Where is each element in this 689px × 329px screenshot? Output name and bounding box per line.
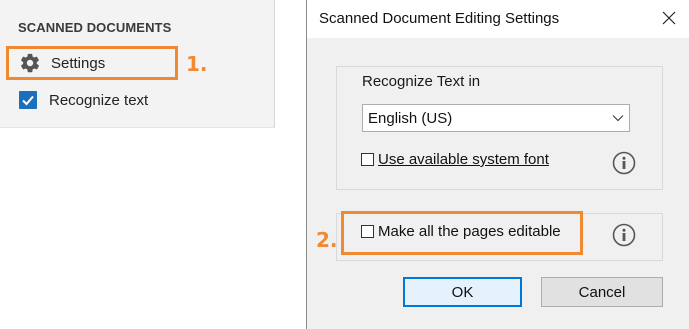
chevron-down-icon[interactable] xyxy=(607,105,629,131)
dialog-title: Scanned Document Editing Settings xyxy=(319,10,560,27)
language-selected-value: English (US) xyxy=(368,109,453,127)
ok-button[interactable]: OK xyxy=(403,277,522,307)
checkbox-checked-icon[interactable] xyxy=(19,91,37,109)
checkbox-box[interactable] xyxy=(361,153,374,166)
language-dropdown[interactable]: English (US) xyxy=(362,104,630,132)
use-system-font-checkbox[interactable]: Use available system font xyxy=(361,151,549,168)
recognize-text-label: Recognize text xyxy=(49,91,149,109)
close-button[interactable] xyxy=(658,7,680,29)
use-system-font-label: Use available system font xyxy=(378,151,549,168)
section-heading: SCANNED DOCUMENTS xyxy=(18,20,172,35)
step-1-label: 1. xyxy=(186,52,208,76)
settings-dialog: Scanned Document Editing Settings Recogn… xyxy=(306,0,689,329)
checkmark-icon xyxy=(22,95,34,106)
close-icon xyxy=(662,11,676,25)
cancel-button[interactable]: Cancel xyxy=(541,277,663,307)
recognize-text-checkbox[interactable]: Recognize text xyxy=(19,89,148,111)
info-icon[interactable] xyxy=(612,151,636,175)
dialog-titlebar: Scanned Document Editing Settings xyxy=(307,0,689,39)
info-icon[interactable] xyxy=(612,223,636,247)
callout-box-step-2 xyxy=(341,211,583,255)
recognize-text-in-label: Recognize Text in xyxy=(362,73,481,90)
callout-box-step-1 xyxy=(6,46,178,80)
step-2-label: 2. xyxy=(316,228,338,252)
